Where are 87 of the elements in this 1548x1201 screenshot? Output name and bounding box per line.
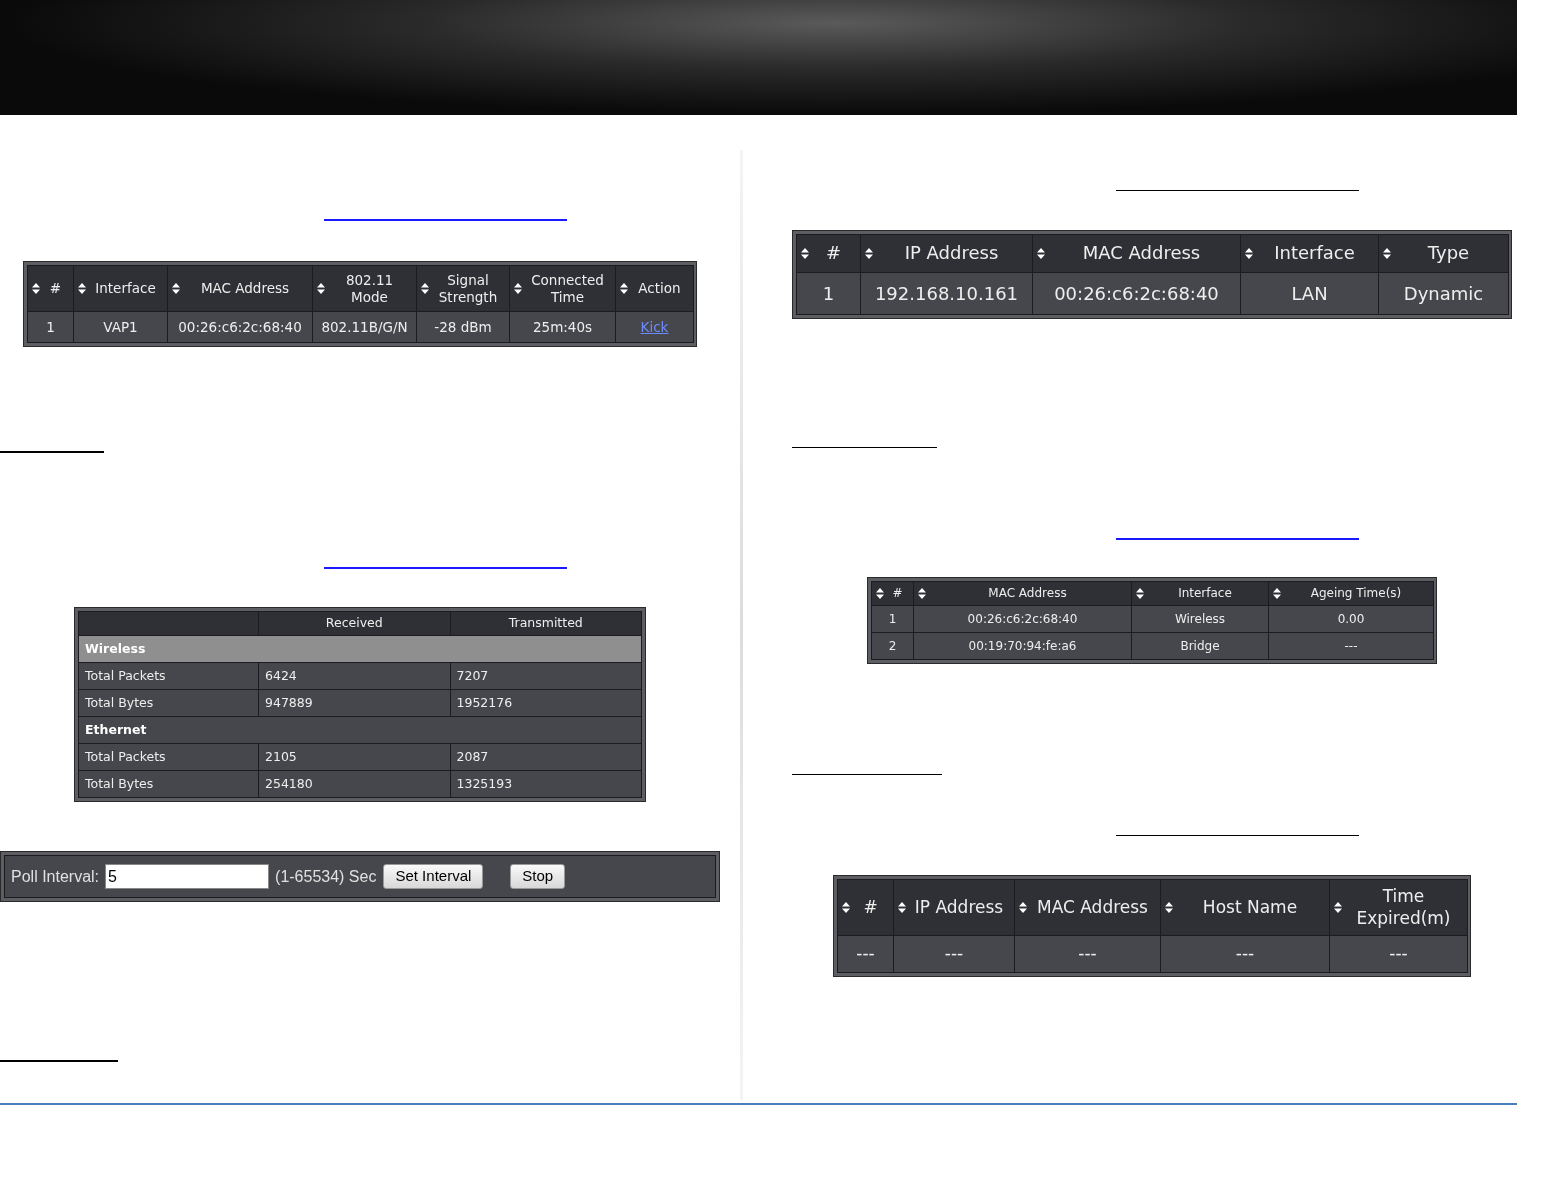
table-cell: LAN — [1240, 272, 1379, 315]
column-header[interactable]: Connected Time — [509, 265, 616, 312]
table-cell: 1 — [27, 311, 74, 343]
table-cell: --- — [837, 935, 894, 973]
table-cell: 7207 — [450, 662, 642, 690]
table-cell: 1952176 — [450, 689, 642, 717]
sort-icon — [514, 283, 522, 294]
table-cell: --- — [1329, 935, 1468, 973]
sort-icon — [1383, 248, 1391, 259]
sort-icon — [1273, 588, 1281, 599]
section-header: Ethernet — [78, 716, 642, 744]
column-header[interactable]: Action — [615, 265, 694, 312]
sort-icon — [876, 588, 884, 599]
table-cell: Bridge — [1131, 632, 1269, 660]
column-header: Received — [258, 611, 450, 636]
table-cell: 1 — [871, 605, 914, 633]
table-cell: --- — [893, 935, 1015, 973]
table-cell: 0.00 — [1268, 605, 1434, 633]
sort-icon — [842, 902, 850, 913]
table-cell: 2087 — [450, 743, 642, 771]
sort-icon — [1245, 248, 1253, 259]
table-cell: Total Packets — [78, 662, 259, 690]
poll-button[interactable]: Set Interval — [383, 864, 484, 889]
table-cell: 00:19:70:94:fe:a6 — [913, 632, 1132, 660]
sort-icon — [918, 588, 926, 599]
table-cell: 00:26:c6:2c:68:40 — [1032, 272, 1241, 315]
table-cell: --- — [1268, 632, 1434, 660]
table-cell: 1 — [796, 272, 861, 315]
column-header: Transmitted — [450, 611, 642, 636]
sort-icon — [1037, 248, 1045, 259]
table-cell: 802.11B/G/N — [312, 311, 417, 343]
section-header: Wireless — [78, 635, 642, 663]
table-cell: 00:26:c6:2c:68:40 — [167, 311, 313, 343]
sort-icon — [1136, 588, 1144, 599]
table-cell: --- — [1160, 935, 1330, 973]
table-cell: Total Bytes — [78, 689, 259, 717]
poll-interval-field[interactable]: 5 — [105, 864, 270, 889]
column-header[interactable]: # — [871, 581, 914, 606]
column-header[interactable]: MAC Address — [1032, 234, 1241, 273]
table-cell: 1325193 — [450, 770, 642, 798]
sort-icon — [78, 283, 86, 294]
table-cell: 00:26:c6:2c:68:40 — [913, 605, 1132, 633]
column-header[interactable]: # — [796, 234, 861, 273]
sort-icon — [865, 248, 873, 259]
column-header[interactable]: 802.11 Mode — [312, 265, 417, 312]
column-header[interactable]: Signal Strength — [416, 265, 510, 312]
table-cell: VAP1 — [73, 311, 168, 343]
column-header[interactable]: Interface — [1240, 234, 1379, 273]
column-header[interactable]: Interface — [73, 265, 168, 312]
column-header[interactable]: MAC Address — [1014, 879, 1161, 936]
column-header[interactable]: # — [27, 265, 74, 312]
column-header[interactable]: IP Address — [860, 234, 1033, 273]
column-header[interactable]: Type — [1378, 234, 1509, 273]
column-header[interactable]: Host Name — [1160, 879, 1330, 936]
table-cell: 2105 — [258, 743, 450, 771]
table-cell: Wireless — [1131, 605, 1269, 633]
sort-icon — [1165, 902, 1173, 913]
sort-icon — [32, 283, 40, 294]
table-cell: 6424 — [258, 662, 450, 690]
sort-icon — [1019, 902, 1027, 913]
table-cell: 254180 — [258, 770, 450, 798]
table-cell: 25m:40s — [509, 311, 616, 343]
column-header[interactable]: Ageing Time(s) — [1268, 581, 1434, 606]
table-cell: -28 dBm — [416, 311, 510, 343]
table-cell: 947889 — [258, 689, 450, 717]
table-cell: Dynamic — [1378, 272, 1509, 315]
column-header[interactable]: Interface — [1131, 581, 1269, 606]
sort-icon — [898, 902, 906, 913]
range-hint: (1-65534) Sec — [275, 866, 377, 887]
column-header[interactable]: IP Address — [893, 879, 1015, 936]
table-cell: 192.168.10.161 — [860, 272, 1033, 315]
sort-icon — [172, 283, 180, 294]
sort-icon — [801, 248, 809, 259]
column-header[interactable]: # — [837, 879, 894, 936]
sort-icon — [317, 283, 325, 294]
table-cell: Total Bytes — [78, 770, 259, 798]
column-header[interactable]: MAC Address — [913, 581, 1132, 606]
sort-icon — [620, 283, 628, 294]
sort-icon — [1334, 902, 1342, 913]
table-cell: Total Packets — [78, 743, 259, 771]
table-cell: --- — [1014, 935, 1161, 973]
column-header[interactable]: MAC Address — [167, 265, 313, 312]
table-cell: 2 — [871, 632, 914, 660]
poll-button[interactable]: Stop — [510, 864, 566, 889]
poll-interval-label: Poll Interval: — [11, 866, 100, 887]
column-header[interactable]: Time Expired(m) — [1329, 879, 1468, 936]
sort-icon — [421, 283, 429, 294]
